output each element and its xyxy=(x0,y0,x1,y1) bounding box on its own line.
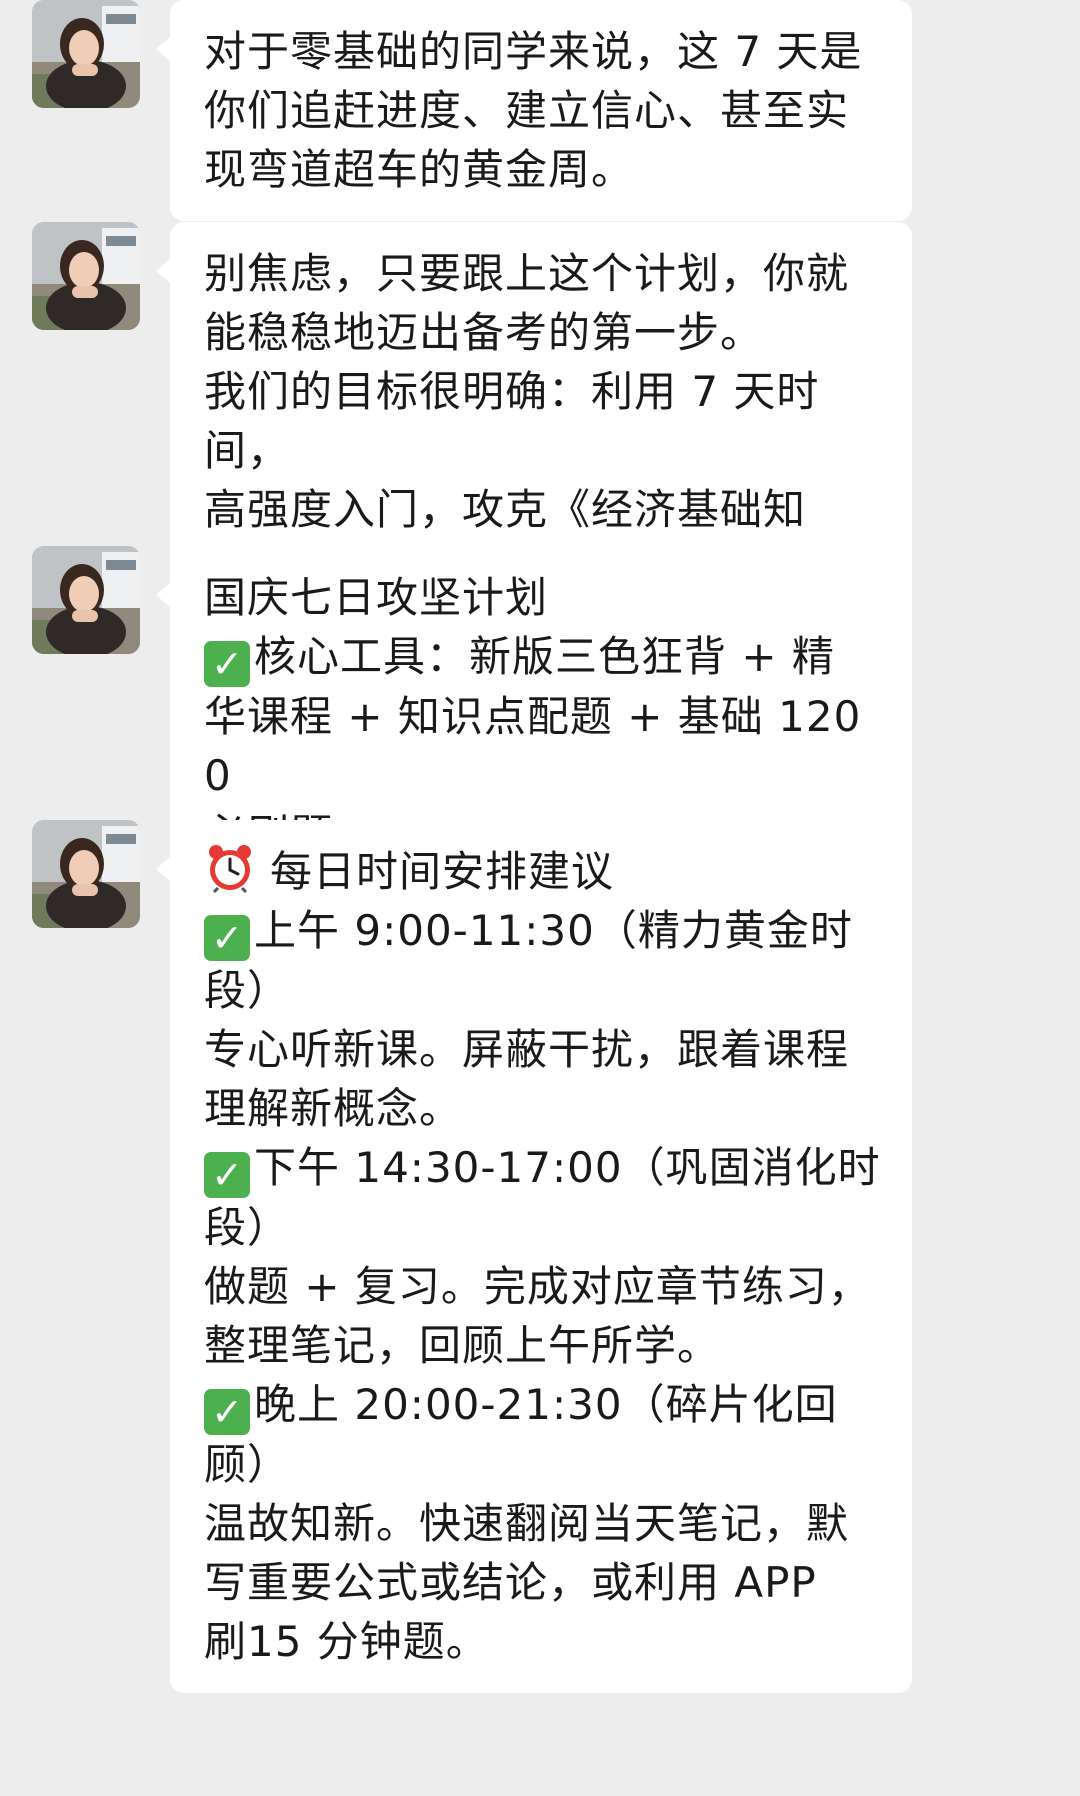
message-text: 别焦虑，只要跟上这个计划，你就 xyxy=(204,249,850,298)
message-line: 段） xyxy=(204,961,886,1020)
message-line: 我们的目标很明确：利用 7 天时间， xyxy=(204,362,886,480)
message-text: 段） xyxy=(204,966,291,1015)
message-text: 做题 + 复习。完成对应章节练习， xyxy=(204,1262,871,1311)
message-line: 国庆七日攻坚计划 xyxy=(204,568,886,627)
chat-message-list[interactable]: 对于零基础的同学来说，这 7 天是 你们追赶进度、建立信心、甚至实 现弯道超车的黄金… xyxy=(0,0,1080,1796)
check-mark-icon: ✓ xyxy=(204,1389,250,1435)
message-line: 温故知新。快速翻阅当天笔记，默 xyxy=(204,1494,886,1553)
message-text: 国庆七日攻坚计划 xyxy=(204,573,549,622)
message-line: 高强度入门，攻克《经济基础知 xyxy=(204,480,886,539)
message-text: 写重要公式或结论，或利用 APP xyxy=(204,1558,817,1607)
message-text: 能稳稳地迈出备考的第一步。 xyxy=(204,308,764,357)
sender-avatar[interactable] xyxy=(32,820,140,928)
message-text: 华课程 + 知识点配题 + 基础 1200 xyxy=(204,692,862,800)
message-line: 理解新概念。 xyxy=(204,1079,886,1138)
message-text: 对于零基础的同学来说，这 7 天是 xyxy=(204,27,863,76)
message-line: 整理笔记，回顾上午所学。 xyxy=(204,1316,886,1375)
sender-avatar[interactable] xyxy=(32,546,140,654)
alarm-clock-icon xyxy=(204,842,256,894)
message-text: 刷15 分钟题。 xyxy=(204,1617,489,1666)
message-line: 专心听新课。屏蔽干扰，跟着课程 xyxy=(204,1020,886,1079)
message-text: 上午 9:00-11:30（精力黄金时 xyxy=(254,906,853,955)
message-text: 我们的目标很明确：利用 7 天时间， xyxy=(204,367,820,475)
message-text: 现弯道超车的黄金周。 xyxy=(204,145,635,194)
sender-avatar[interactable] xyxy=(32,222,140,330)
message-line: 能稳稳地迈出备考的第一步。 xyxy=(204,303,886,362)
message-text: 高强度入门，攻克《经济基础知 xyxy=(204,485,807,534)
message-bubble[interactable]: 每日时间安排建议 ✓ 上午 9:00-11:30（精力黄金时 段） 专心听新课。屏蔽干扰… xyxy=(156,820,912,1693)
message-text: 专心听新课。屏蔽干扰，跟着课程 xyxy=(204,1025,850,1074)
message-text: 下午 14:30-17:00（巩固消化时 xyxy=(254,1143,881,1192)
message-text: 温故知新。快速翻阅当天笔记，默 xyxy=(204,1499,850,1548)
message-line: 每日时间安排建议 xyxy=(204,842,886,901)
message-text: 段） xyxy=(204,1203,291,1252)
message-text: 顾） xyxy=(204,1440,291,1489)
message-text: 你们追赶进度、建立信心、甚至实 xyxy=(204,86,850,135)
message-line: 你们追赶进度、建立信心、甚至实 xyxy=(204,81,886,140)
message-line: 华课程 + 知识点配题 + 基础 1200 xyxy=(204,687,886,805)
check-mark-icon: ✓ xyxy=(204,1152,250,1198)
message-line: 做题 + 复习。完成对应章节练习， xyxy=(204,1257,886,1316)
message-line: ✓ 下午 14:30-17:00（巩固消化时 xyxy=(204,1138,886,1198)
message-line: 现弯道超车的黄金周。 xyxy=(204,140,886,199)
message-text: 理解新概念。 xyxy=(204,1084,463,1133)
message-text: 整理笔记，回顾上午所学。 xyxy=(204,1321,721,1370)
message-line: 刷15 分钟题。 xyxy=(204,1612,886,1671)
message-line: 写重要公式或结论，或利用 APP xyxy=(204,1553,886,1612)
message-line: 段） xyxy=(204,1198,886,1257)
message-line: ✓ 核心工具：新版三色狂背 + 精 xyxy=(204,627,886,687)
message-text: 每日时间安排建议 xyxy=(270,847,615,896)
message-line: 对于零基础的同学来说，这 7 天是 xyxy=(204,22,886,81)
message-line: ✓ 上午 9:00-11:30（精力黄金时 xyxy=(204,901,886,961)
check-mark-icon: ✓ xyxy=(204,915,250,961)
message-line: 别焦虑，只要跟上这个计划，你就 xyxy=(204,244,886,303)
check-mark-icon: ✓ xyxy=(204,641,250,687)
message-line: ✓ 晚上 20:00-21:30（碎片化回 xyxy=(204,1375,886,1435)
message-text: 晚上 20:00-21:30（碎片化回 xyxy=(254,1380,838,1429)
message-text: 核心工具：新版三色狂背 + 精 xyxy=(254,632,835,681)
message-line: 顾） xyxy=(204,1435,886,1494)
sender-avatar[interactable] xyxy=(32,0,140,108)
message-bubble[interactable]: 对于零基础的同学来说，这 7 天是 你们追赶进度、建立信心、甚至实 现弯道超车的黄金… xyxy=(156,0,912,221)
